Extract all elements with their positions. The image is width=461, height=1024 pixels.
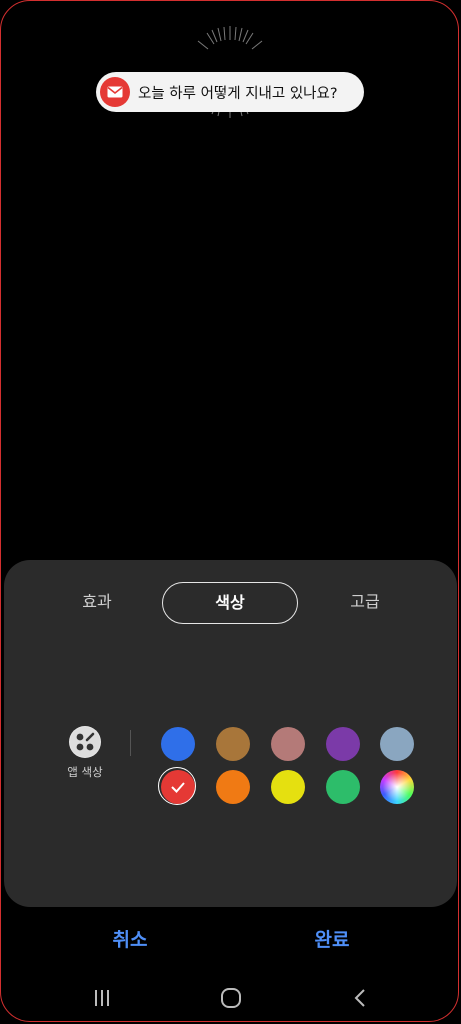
color-swatch-rainbow[interactable]: [380, 770, 414, 804]
color-swatch-brown[interactable]: [216, 727, 250, 761]
app-color-label: 앱 색상: [67, 765, 103, 779]
divider: [130, 730, 131, 756]
back-icon[interactable]: [338, 976, 382, 1020]
color-swatch-blue[interactable]: [161, 727, 195, 761]
notification-pill: 오늘 하루 어떻게 지내고 있나요?: [96, 72, 364, 112]
color-swatch-gray-blue[interactable]: [380, 727, 414, 761]
tab-bar: 효과 색상 고급: [4, 582, 457, 624]
notification-preview: 오늘 하루 어떻게 지내고 있나요?: [0, 20, 461, 130]
app-color-option[interactable]: 앱 색상: [60, 726, 110, 780]
tab-advanced[interactable]: 고급: [330, 582, 400, 622]
home-icon[interactable]: [209, 976, 253, 1020]
color-swatch-orange[interactable]: [216, 770, 250, 804]
navigation-bar: [0, 976, 461, 1020]
done-button[interactable]: 완료: [272, 920, 392, 960]
color-swatch-red[interactable]: [158, 767, 196, 805]
notification-text: 오늘 하루 어떻게 지내고 있나요?: [138, 85, 338, 102]
tab-effects[interactable]: 효과: [62, 582, 132, 622]
palette-icon: [69, 726, 101, 758]
cancel-button[interactable]: 취소: [70, 920, 190, 960]
color-swatch-rose[interactable]: [271, 727, 305, 761]
color-swatch-green[interactable]: [326, 770, 360, 804]
recents-icon[interactable]: [80, 976, 124, 1020]
check-icon: [171, 782, 185, 793]
color-swatch-yellow[interactable]: [271, 770, 305, 804]
mail-icon: [100, 77, 130, 107]
color-swatch-purple[interactable]: [326, 727, 360, 761]
color-settings-panel: 효과 색상 고급 앱 색상: [4, 560, 457, 907]
tab-color[interactable]: 색상: [162, 582, 298, 624]
